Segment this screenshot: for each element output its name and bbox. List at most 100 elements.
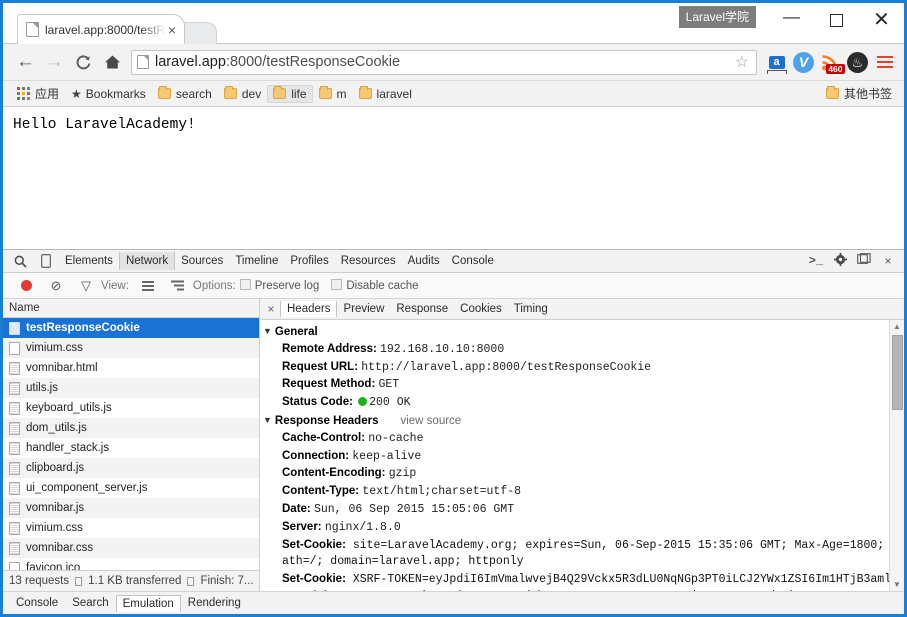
drawer-tab-rendering[interactable]: Rendering (181, 594, 248, 612)
devtools-tab-elements[interactable]: Elements (59, 252, 119, 270)
close-detail-icon[interactable]: × (262, 302, 280, 316)
devtools-tab-console[interactable]: Console (446, 252, 500, 270)
extension-flame-button[interactable]: ♨ (844, 49, 871, 76)
request-row[interactable]: keyboard_utils.js (3, 398, 259, 418)
request-row[interactable]: handler_stack.js (3, 438, 259, 458)
clear-button[interactable]: ⊘ (41, 278, 71, 294)
reload-button[interactable] (69, 48, 98, 77)
devtools-tab-sources[interactable]: Sources (175, 252, 229, 270)
header-value: XSRF-TOKEN=eyJpdiI6ImVmalwvejB4Q29Vckx5R… (282, 573, 903, 591)
extension-vimium-button[interactable]: V (790, 49, 817, 76)
detail-scrollbar[interactable]: ▲ ▼ (889, 320, 904, 591)
filter-button[interactable]: ▽ (71, 278, 101, 294)
extension-adblock-button[interactable]: a (763, 49, 790, 76)
requests-column-header[interactable]: Name (3, 299, 259, 318)
toggle-console-drawer-button[interactable]: >_ (804, 254, 828, 268)
request-row[interactable]: utils.js (3, 378, 259, 398)
view-source-link[interactable]: view source (400, 415, 461, 427)
general-section-header[interactable]: ▼ General (260, 323, 904, 341)
back-button[interactable]: ← (11, 48, 40, 77)
maximize-button[interactable] (814, 3, 859, 37)
forward-button[interactable]: → (40, 48, 69, 77)
transferred-size: 1.1 KB transferred (88, 575, 182, 587)
home-button[interactable] (98, 48, 127, 77)
view-timeline-button[interactable] (163, 280, 193, 291)
new-tab-button[interactable] (181, 22, 217, 44)
bookmark-item-search[interactable]: search (152, 85, 218, 103)
requests-list[interactable]: testResponseCookie vimium.css vomnibar.h… (3, 318, 259, 570)
bookmark-star-icon[interactable]: ☆ (732, 52, 752, 72)
request-row[interactable]: testResponseCookie (3, 318, 259, 338)
status-code-row: Status Code: 200 OK (260, 394, 904, 412)
folder-icon (223, 86, 237, 99)
drawer-tab-console[interactable]: Console (9, 594, 65, 612)
bookmark-item-m[interactable]: m (313, 85, 353, 103)
devtools-settings-button[interactable] (828, 253, 852, 269)
request-row[interactable]: vomnibar.css (3, 538, 259, 558)
headers-content: ▼ General Remote Address: 192.168.10.10:8… (260, 320, 904, 591)
request-row[interactable]: favicon.ico (3, 558, 259, 570)
request-row[interactable]: vimium.css (3, 518, 259, 538)
devtools-tab-profiles[interactable]: Profiles (284, 252, 334, 270)
url-path: :8000/testResponseCookie (225, 54, 401, 70)
detail-tab-response[interactable]: Response (390, 301, 454, 317)
document-icon (9, 561, 20, 570)
devtools-tab-audits[interactable]: Audits (402, 252, 446, 270)
adblock-icon: a (766, 55, 787, 74)
scroll-down-icon[interactable]: ▼ (893, 578, 901, 591)
toggle-device-mode-button[interactable] (33, 254, 59, 268)
header-name: Server: (282, 520, 322, 533)
detail-tab-preview[interactable]: Preview (337, 301, 390, 317)
close-tab-icon[interactable]: × (166, 23, 178, 37)
detail-tab-headers[interactable]: Headers (280, 301, 338, 317)
detail-tab-bar: × Headers Preview Response Cookies Timin… (260, 299, 904, 320)
bookmark-label: dev (241, 86, 262, 101)
bookmark-item-bookmarks[interactable]: ★ Bookmarks (65, 85, 152, 103)
record-button[interactable] (11, 280, 41, 291)
record-icon (20, 280, 32, 291)
request-row[interactable]: ui_component_server.js (3, 478, 259, 498)
request-row[interactable]: clipboard.js (3, 458, 259, 478)
script-icon (9, 501, 20, 515)
browser-menu-button[interactable] (871, 49, 898, 76)
bookmark-item-dev[interactable]: dev (218, 85, 267, 103)
request-row[interactable]: vimium.css (3, 338, 259, 358)
browser-tab[interactable]: laravel.app:8000/testRe × (17, 14, 185, 44)
request-row[interactable]: vomnibar.html (3, 358, 259, 378)
set-cookie-row: Set-Cookie: XSRF-TOKEN=eyJpdiI6ImVmalwve… (260, 571, 904, 591)
bookmark-item-laravel[interactable]: laravel (353, 85, 418, 103)
detail-tab-timing[interactable]: Timing (508, 301, 554, 317)
devtools-search-icon[interactable] (7, 255, 33, 268)
scrollbar-thumb[interactable] (891, 335, 903, 410)
request-name: ui_component_server.js (26, 482, 148, 494)
devtools-tab-network[interactable]: Network (118, 252, 176, 270)
drawer-tab-search[interactable]: Search (65, 594, 115, 612)
view-list-button[interactable] (133, 280, 163, 291)
options-label: Options: (192, 279, 236, 292)
bookmark-item-life[interactable]: life (267, 84, 313, 103)
tab-title: laravel.app:8000/testRe (45, 22, 166, 37)
detail-tab-cookies[interactable]: Cookies (454, 301, 508, 317)
extension-rss-button[interactable]: 460 (817, 49, 845, 76)
scroll-up-icon[interactable]: ▲ (893, 320, 901, 333)
dock-position-button[interactable] (852, 253, 876, 269)
apps-shortcut[interactable]: 应用 (11, 83, 65, 104)
network-summary-bar: 13 requests 1.1 KB transferred Finish: 7… (3, 570, 259, 591)
disable-cache-checkbox[interactable]: Disable cache (331, 279, 419, 292)
address-bar[interactable]: laravel.app:8000/testResponseCookie ☆ (131, 49, 757, 75)
drawer-tab-emulation[interactable]: Emulation (115, 594, 181, 612)
header-name: Remote Address: (282, 342, 377, 355)
minimize-button[interactable]: — (769, 3, 814, 37)
preserve-log-checkbox[interactable]: Preserve log (239, 279, 319, 292)
script-icon (9, 401, 20, 415)
separator-icon (75, 576, 83, 586)
request-row[interactable]: vomnibar.js (3, 498, 259, 518)
close-window-button[interactable]: ✕ (859, 3, 904, 37)
close-devtools-button[interactable]: × (876, 254, 900, 268)
devtools-tab-timeline[interactable]: Timeline (229, 252, 284, 270)
response-headers-section-header[interactable]: ▼ Response Headers view source (260, 412, 904, 430)
devtools-tab-resources[interactable]: Resources (335, 252, 402, 270)
header-name: Date: (282, 502, 311, 515)
request-row[interactable]: dom_utils.js (3, 418, 259, 438)
other-bookmarks-folder[interactable]: 其他书签 (820, 83, 898, 104)
